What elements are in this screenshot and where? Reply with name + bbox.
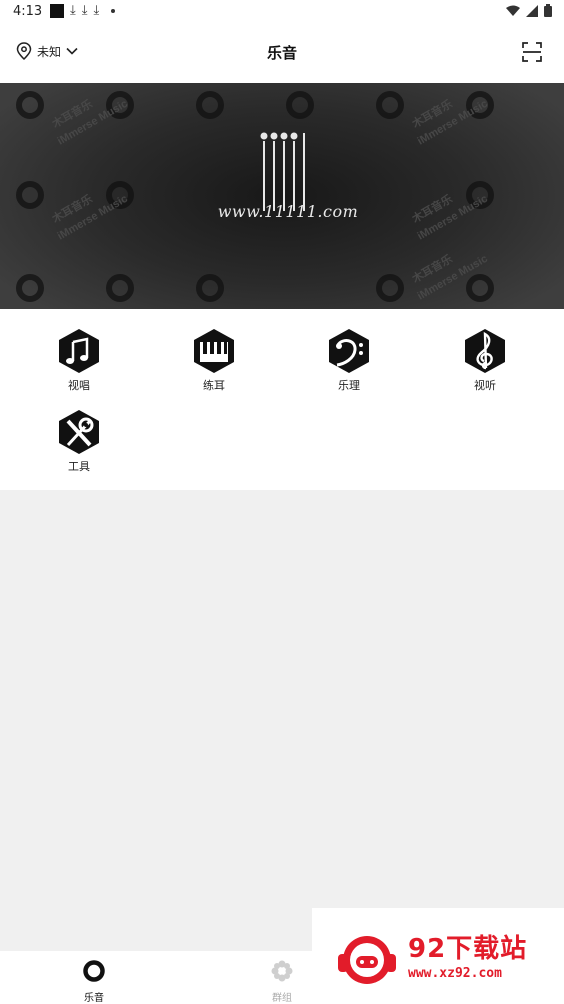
category-lianer[interactable]: 练耳 (174, 328, 254, 393)
nav-label: 乐音 (84, 993, 104, 1004)
category-label: 乐理 (338, 379, 360, 392)
status-system-icons (506, 4, 552, 17)
watermark-url: www.xz92.com (408, 966, 502, 981)
tools-icon (59, 410, 99, 454)
wifi-icon (506, 5, 520, 16)
download-icon: ⤓ (93, 3, 100, 18)
category-gongju[interactable]: 工具 (39, 409, 119, 474)
nav-item-yueyin[interactable]: 乐音 (64, 959, 124, 1004)
battery-icon (544, 4, 552, 17)
notification-square-icon (50, 4, 64, 18)
scan-icon[interactable] (522, 42, 542, 62)
flower-icon (271, 960, 293, 982)
signal-icon (526, 4, 538, 17)
bass-clef-icon (329, 329, 369, 373)
watermark: 92下载站 www.xz92.com (312, 908, 564, 1004)
nav-label: 群组 (272, 993, 292, 1004)
category-shichang[interactable]: 视唱 (39, 328, 119, 393)
top-bar: 未知 乐音 (0, 24, 564, 83)
status-notification-icons: ⤓ ⤓ ⤓ (50, 3, 116, 18)
nav-item-qunzu[interactable]: 群组 (252, 959, 312, 1004)
category-grid: 视唱 练耳 乐理 视听 工具 (0, 309, 564, 490)
download-icon: ⤓ (81, 3, 88, 18)
page-title: 乐音 (266, 44, 297, 62)
download-icon: ⤓ (70, 3, 76, 18)
status-time: 4:13 (13, 4, 43, 19)
banner-url: www.11111.com (217, 202, 359, 221)
status-bar: 4:13 ⤓ ⤓ ⤓ (0, 0, 564, 24)
category-label: 工具 (68, 460, 90, 473)
banner-logo (260, 132, 305, 211)
category-label: 视听 (474, 379, 496, 392)
banner[interactable]: 木耳音乐 iMmerse Music 木耳音乐 iMmerse Music 木耳… (0, 83, 564, 309)
watermark-title: 92下载站 (408, 934, 528, 964)
category-label: 练耳 (203, 379, 225, 392)
watermark-logo-icon (338, 936, 396, 984)
piano-keys-icon (194, 329, 234, 373)
more-dot-icon (111, 9, 116, 13)
category-yueli[interactable]: 乐理 (309, 328, 389, 393)
ring-logo-icon (83, 960, 105, 982)
category-shiting[interactable]: 视听 (445, 328, 525, 393)
music-note-icon (59, 329, 99, 373)
category-label: 视唱 (68, 379, 90, 392)
treble-clef-icon (465, 329, 505, 373)
